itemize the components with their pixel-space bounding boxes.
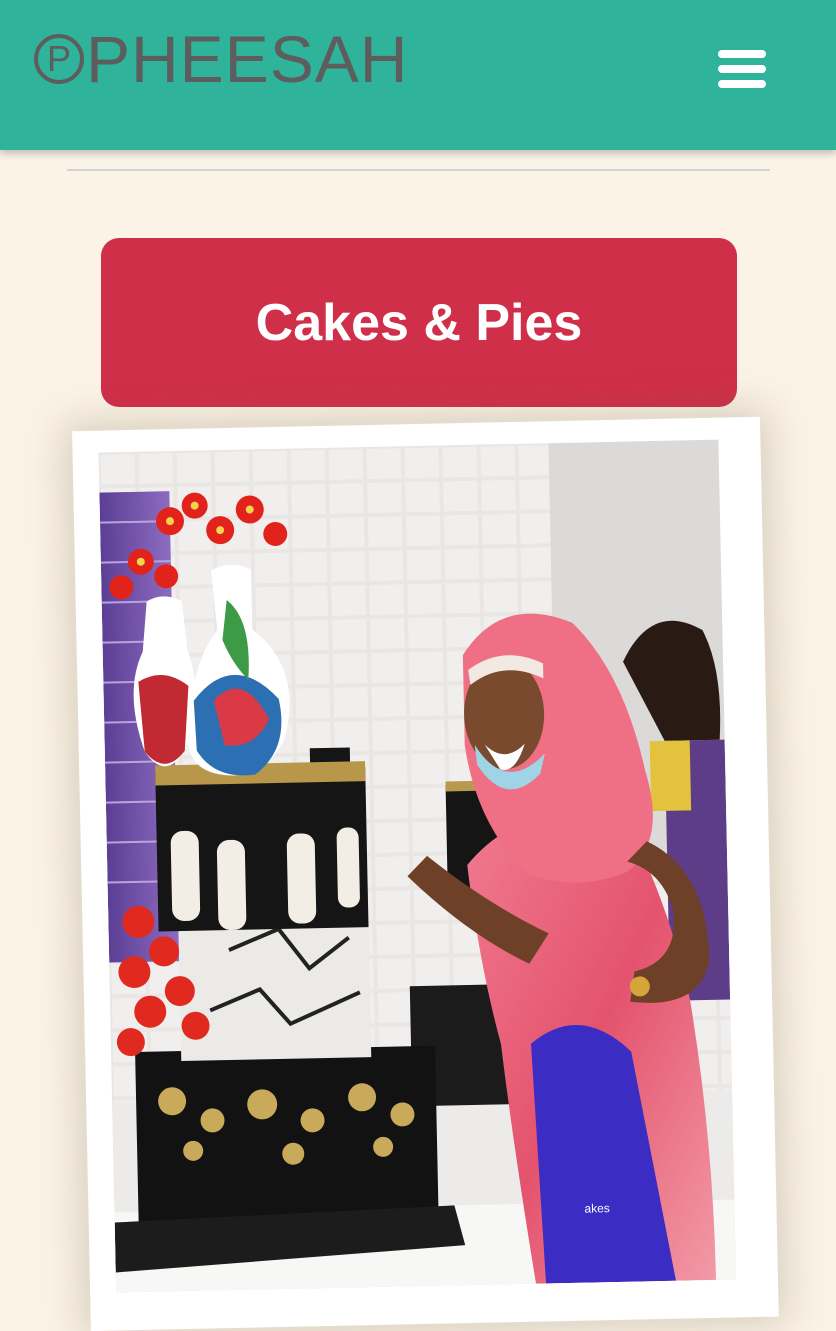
- hamburger-menu-icon[interactable]: [716, 48, 768, 94]
- category-label: Cakes & Pies: [255, 293, 583, 352]
- logo-text: PHEESAH: [86, 22, 409, 96]
- photo-frame: akes: [72, 416, 779, 1331]
- brand-logo[interactable]: P PHEESAH: [34, 26, 408, 92]
- logo-circle-p-mark: P: [34, 34, 84, 84]
- menu-bar-bottom: [718, 80, 766, 88]
- cake-class-photo: akes: [98, 439, 736, 1293]
- menu-bar-top: [718, 50, 766, 58]
- photo-illustration: akes: [98, 439, 736, 1293]
- cakes-and-pies-button[interactable]: Cakes & Pies: [101, 238, 737, 407]
- menu-bar-middle: [718, 65, 766, 73]
- apron-text: akes: [584, 1201, 610, 1216]
- top-nav-bar: P PHEESAH: [0, 0, 836, 150]
- section-divider: [67, 169, 770, 171]
